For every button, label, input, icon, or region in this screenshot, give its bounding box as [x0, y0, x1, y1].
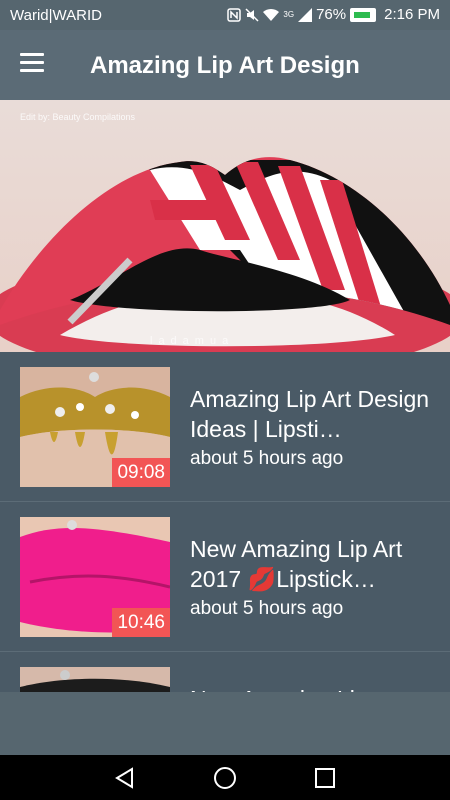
hero-video[interactable]: Edit by: Beauty Compilations ladamua: [0, 100, 450, 352]
clock: 2:16 PM: [384, 6, 440, 23]
video-credit: Edit by: Beauty Compilations: [20, 112, 136, 122]
carrier-label: Warid|WARID: [10, 7, 102, 24]
watermark: ladamua: [150, 335, 235, 347]
status-icons: 3G 76% 2:16 PM: [227, 6, 440, 23]
video-duration: 09:08: [112, 458, 170, 487]
video-thumbnail[interactable]: 09:08: [20, 367, 170, 487]
list-item[interactable]: New Amazing Lip: [0, 652, 450, 692]
video-thumbnail[interactable]: [20, 667, 170, 692]
mute-icon: [245, 7, 259, 22]
signal-icon: [298, 7, 313, 22]
status-bar: Warid|WARID 3G 76% 2:16 PM: [0, 0, 450, 30]
video-thumbnail[interactable]: 10:46: [20, 517, 170, 637]
lip-art-image: [0, 157, 450, 352]
home-icon[interactable]: [212, 765, 238, 791]
wifi-icon: [263, 8, 280, 21]
video-title[interactable]: New Amazing Lip Art 2017 💋Lipstick…: [190, 534, 440, 594]
battery-icon: [350, 7, 377, 22]
back-icon[interactable]: [112, 765, 138, 791]
video-title[interactable]: Amazing Lip Art Design Ideas | Lipsti…: [190, 384, 440, 444]
system-nav-bar: [0, 755, 450, 800]
app-title: Amazing Lip Art Design: [90, 52, 360, 79]
video-duration: 10:46: [112, 608, 170, 637]
recents-icon[interactable]: [312, 765, 338, 791]
video-title[interactable]: New Amazing Lip: [190, 684, 440, 692]
network-type: 3G: [283, 10, 295, 19]
video-timestamp: about 5 hours ago: [190, 448, 344, 469]
list-item[interactable]: 09:08 Amazing Lip Art Design Ideas | Lip…: [0, 352, 450, 502]
bottom-bar: [0, 692, 450, 755]
menu-icon[interactable]: [20, 53, 50, 77]
video-timestamp: about 5 hours ago: [190, 598, 344, 619]
black-lips-image: [20, 667, 170, 692]
list-item[interactable]: 10:46 New Amazing Lip Art 2017 💋Lipstick…: [0, 502, 450, 652]
nfc-icon: [227, 7, 242, 22]
app-bar: Amazing Lip Art Design: [0, 30, 450, 100]
battery-percent: 76%: [316, 6, 347, 23]
video-list[interactable]: 09:08 Amazing Lip Art Design Ideas | Lip…: [0, 352, 450, 692]
